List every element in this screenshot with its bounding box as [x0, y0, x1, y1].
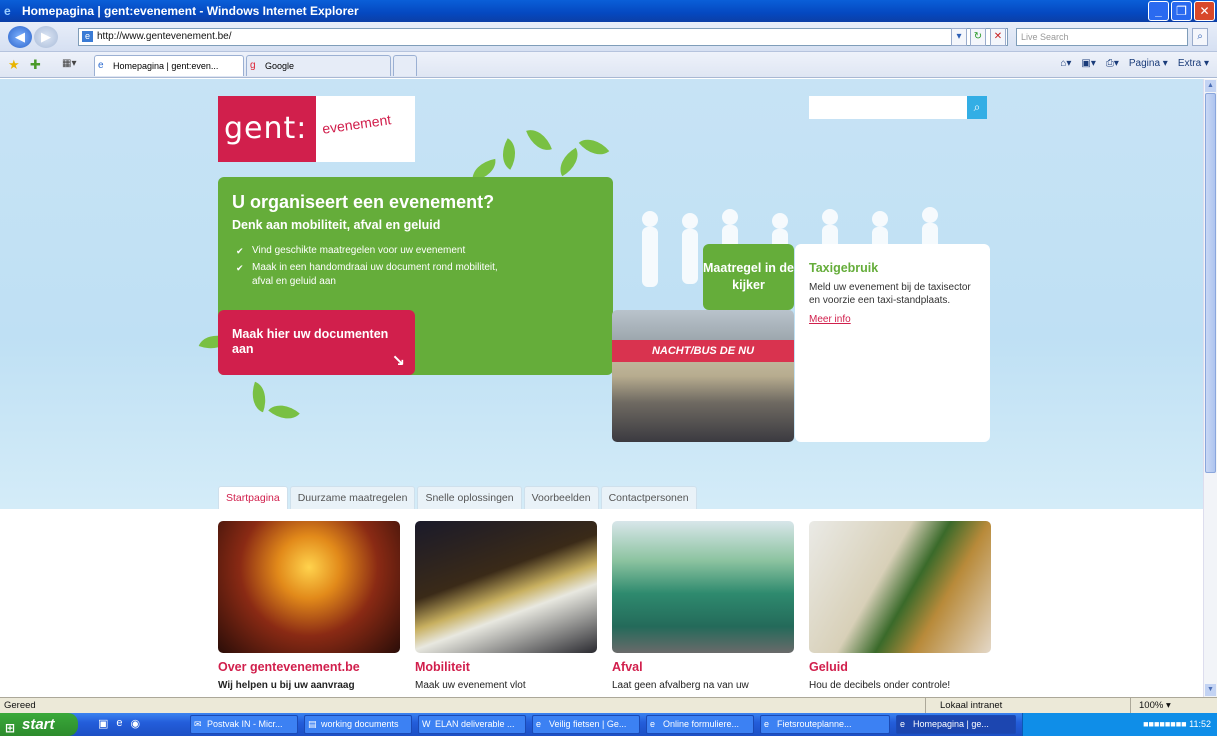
back-button[interactable]: ◀: [8, 26, 32, 48]
card-image: [612, 521, 794, 653]
quick-tabs-icon[interactable]: ▦▾: [62, 58, 76, 69]
task-postvak[interactable]: ✉ Postvak IN - Micr...: [190, 715, 298, 734]
quick-launch: ▣ e ◉: [98, 717, 140, 730]
zoom-control[interactable]: 100% ▾: [1130, 698, 1171, 713]
scroll-up-icon[interactable]: ▲: [1205, 80, 1216, 92]
site-nav: Startpagina Duurzame maatregelen Snelle …: [218, 486, 697, 509]
stop-icon[interactable]: ✕: [990, 28, 1006, 46]
favorites-star-icon[interactable]: ★: [8, 57, 20, 73]
spotlight-tag[interactable]: Maatregel in de kijker: [703, 244, 794, 310]
minimize-button[interactable]: _: [1148, 1, 1169, 21]
clock: 11:52: [1189, 719, 1211, 729]
task-elan[interactable]: W ELAN deliverable ...: [418, 715, 526, 734]
hero-bullets: Vind geschikte maatregelen voor uw evene…: [236, 244, 506, 292]
print-icon[interactable]: ⎙▾: [1106, 58, 1119, 69]
vertical-scrollbar[interactable]: ▲ ▼: [1203, 79, 1217, 697]
task-homepagina[interactable]: e Homepagina | ge...: [896, 715, 1016, 734]
make-documents-button[interactable]: Maak hier uw documenten aan ↘: [218, 310, 415, 375]
ie-icon: e: [4, 4, 11, 18]
task-fietsrouteplanner[interactable]: e Fietsrouteplanne...: [760, 715, 890, 734]
site-search: ⌕: [809, 96, 987, 119]
tab-homepagina[interactable]: e Homepagina | gent:even...: [94, 55, 244, 76]
spotlight-photo[interactable]: NACHT/BUS DE NU: [612, 310, 794, 442]
home-icon[interactable]: ⌂▾: [1060, 58, 1071, 69]
tab-duurzame-maatregelen[interactable]: Duurzame maatregelen: [289, 486, 416, 509]
feeds-icon[interactable]: ▣▾: [1081, 58, 1095, 69]
add-favorite-icon[interactable]: ✚: [30, 57, 41, 73]
site-logo[interactable]: gent: evenement: [218, 96, 415, 162]
taxi-panel: Taxigebruik Meld uw evenement bij de tax…: [795, 244, 990, 442]
ie-tab-icon: e: [98, 60, 104, 71]
ie-icon[interactable]: e: [116, 717, 122, 730]
card-over[interactable]: Over gentevenement.be Wij helpen u bij u…: [218, 521, 400, 691]
more-info-link[interactable]: Meer info: [809, 314, 976, 325]
close-button[interactable]: ✕: [1194, 1, 1215, 21]
content-area: [0, 509, 1203, 697]
dropdown-icon[interactable]: ▾: [951, 28, 967, 46]
address-toolbar: ◀ ▶ e http://www.gentevenement.be/ ▾ ↻ ✕…: [0, 22, 1217, 52]
page-viewport: gent: evenement ⌕ U organiseert een even…: [0, 79, 1203, 697]
refresh-icon[interactable]: ↻: [970, 28, 986, 46]
windows-flag-icon: ⊞: [5, 721, 16, 735]
bus-banner: NACHT/BUS DE NU: [612, 340, 794, 362]
card-image: [218, 521, 400, 653]
google-tab-icon: g: [250, 60, 256, 71]
new-tab-button[interactable]: [393, 55, 417, 76]
tray-icons[interactable]: ■■■■■■■■: [1143, 719, 1187, 729]
tab-contactpersonen[interactable]: Contactpersonen: [600, 486, 697, 509]
task-working-documents[interactable]: ▤ working documents: [304, 715, 412, 734]
task-veilig-fietsen[interactable]: e Veilig fietsen | Ge...: [532, 715, 640, 734]
site-search-input[interactable]: [809, 96, 967, 119]
card-geluid[interactable]: Geluid Hou de decibels onder controle!: [809, 521, 991, 691]
task-online-formulieren[interactable]: e Online formuliere...: [646, 715, 754, 734]
tab-bar: ★ ✚ ▦▾ e Homepagina | gent:even... g Goo…: [0, 52, 1217, 78]
card-image: [809, 521, 991, 653]
tab-startpagina[interactable]: Startpagina: [218, 486, 288, 509]
scrollbar-thumb[interactable]: [1205, 93, 1216, 473]
taxi-title: Taxigebruik: [809, 261, 879, 275]
security-zone[interactable]: Lokaal intranet: [925, 698, 1105, 713]
hero-bullet: Maak in een handomdraai uw document rond…: [236, 261, 506, 289]
taskbar: ⊞ start ▣ e ◉ ✉ Postvak IN - Micr... ▤ wor…: [0, 713, 1217, 736]
maximize-button[interactable]: ❐: [1171, 1, 1192, 21]
tab-google[interactable]: g Google: [246, 55, 391, 76]
tab-voorbeelden[interactable]: Voorbeelden: [523, 486, 599, 509]
search-icon[interactable]: ⌕: [967, 96, 987, 119]
page-menu[interactable]: Pagina ▾: [1129, 58, 1168, 69]
card-mobiliteit[interactable]: Mobiliteit Maak uw evenement vlot: [415, 521, 597, 691]
search-icon[interactable]: ⌕: [1192, 28, 1208, 46]
live-search-input[interactable]: Live Search: [1016, 28, 1188, 46]
command-bar: ⌂▾ ▣▾ ⎙▾ Pagina ▾ Extra ▾: [1060, 58, 1209, 69]
window-title: Homepagina | gent:evenement - Windows In…: [22, 4, 359, 18]
scroll-down-icon[interactable]: ▼: [1205, 684, 1216, 696]
hero-title: U organiseert een evenement?: [232, 192, 495, 212]
address-input[interactable]: e http://www.gentevenement.be/: [78, 28, 1008, 46]
status-text: Gereed: [4, 700, 36, 711]
desktop-icon[interactable]: ▣: [98, 717, 108, 730]
hero-bullet: Vind geschikte maatregelen voor uw evene…: [236, 244, 506, 258]
tab-snelle-oplossingen[interactable]: Snelle oplossingen: [417, 486, 522, 509]
taxi-text: Meld uw evenement bij de taxisector en v…: [809, 282, 971, 306]
arrow-down-right-icon: ↘: [391, 353, 405, 370]
card-afval[interactable]: Afval Laat geen afvalberg na van uw: [612, 521, 794, 691]
extra-menu[interactable]: Extra ▾: [1178, 58, 1209, 69]
card-image: [415, 521, 597, 653]
firefox-icon[interactable]: ◉: [131, 717, 141, 730]
start-button[interactable]: ⊞ start: [0, 713, 78, 736]
forward-button[interactable]: ▶: [34, 26, 58, 48]
status-bar: Gereed Lokaal intranet 100% ▾: [0, 697, 1217, 713]
window-titlebar[interactable]: e Homepagina | gent:evenement - Windows …: [0, 0, 1217, 22]
system-tray: ■■■■■■■■ 11:52: [1022, 713, 1217, 736]
hero-subtitle: Denk aan mobiliteit, afval en geluid: [232, 218, 441, 232]
page-icon: e: [82, 31, 93, 42]
